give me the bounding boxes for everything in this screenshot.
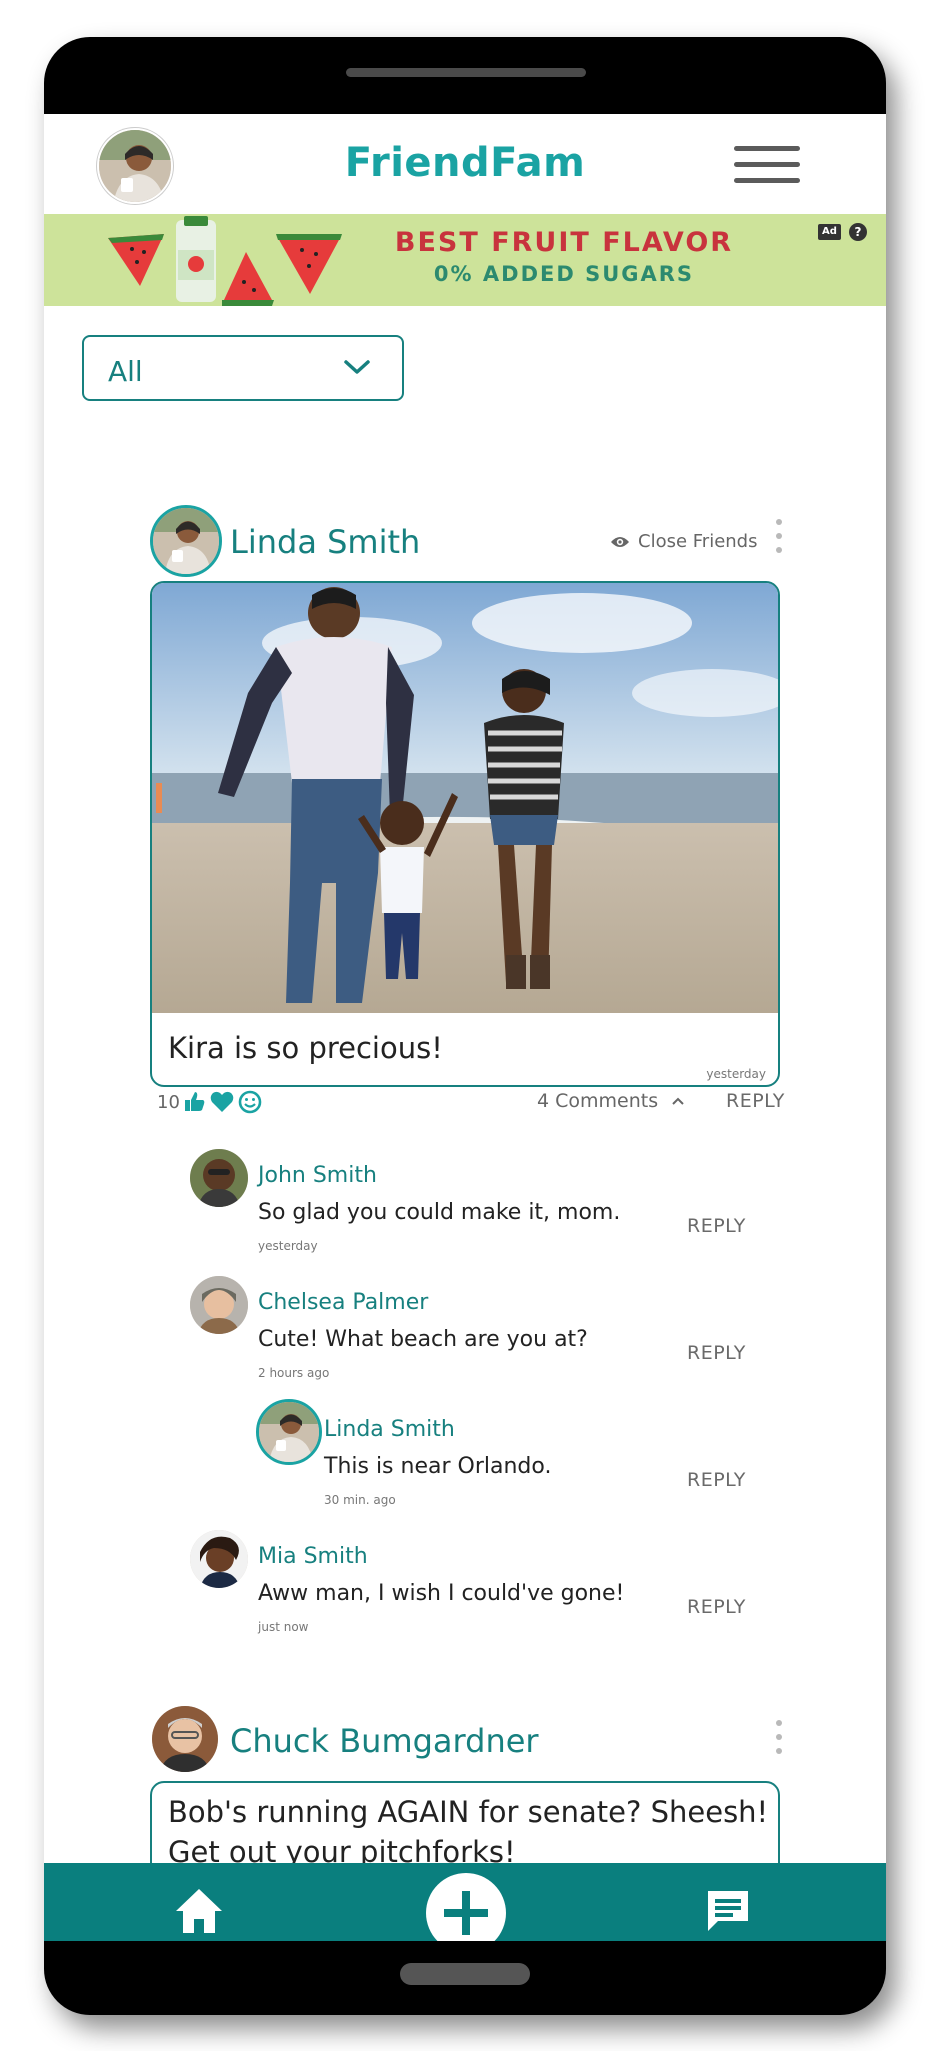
heart-icon (210, 1091, 234, 1112)
comment-reply-button[interactable]: REPLY (687, 1215, 746, 1237)
bottom-navigation (44, 1863, 886, 1941)
post-card: Kira is so precious! yesterday (150, 581, 780, 1087)
comment-text: Aww man, I wish I could've gone! (258, 1581, 625, 1606)
comment-item: Mia Smith Aww man, I wish I could've gon… (190, 1530, 790, 1640)
comment-author[interactable]: Chelsea Palmer (258, 1290, 428, 1315)
post-options-icon[interactable] (774, 519, 784, 561)
comment-avatar[interactable] (190, 1149, 248, 1207)
comment-author[interactable]: Linda Smith (324, 1417, 455, 1442)
chevron-down-icon (344, 360, 370, 374)
comment-avatar[interactable] (256, 1399, 322, 1465)
like-count: 10 (157, 1091, 180, 1113)
post-author-name[interactable]: Chuck Bumgardner (230, 1722, 539, 1760)
reaction-summary[interactable]: 10 (157, 1090, 262, 1114)
post-options-icon[interactable] (774, 1720, 784, 1762)
ad-help-icon[interactable]: ? (849, 223, 867, 241)
comment-reply-button[interactable]: REPLY (687, 1342, 746, 1364)
plus-icon (444, 1891, 488, 1935)
post-stats-row: 10 4 Comments REPLY (157, 1086, 787, 1116)
comments-toggle[interactable]: 4 Comments (537, 1090, 686, 1112)
comment-reply-item: Linda Smith This is near Orlando. 30 min… (256, 1399, 796, 1513)
comment-time: just now (258, 1620, 309, 1634)
chat-icon[interactable] (704, 1887, 752, 1939)
comment-text: So glad you could make it, mom. (258, 1200, 621, 1225)
comment-item: John Smith So glad you could make it, mo… (190, 1149, 790, 1259)
post-photo[interactable] (152, 583, 778, 1013)
post-caption: Kira is so precious! (168, 1031, 443, 1065)
post-author-avatar[interactable] (152, 1706, 218, 1772)
speaker-grill (346, 68, 586, 77)
post-header: Chuck Bumgardner (150, 1706, 790, 1780)
comment-time: 2 hours ago (258, 1366, 330, 1380)
comment-avatar[interactable] (190, 1276, 248, 1334)
comment-text: Cute! What beach are you at? (258, 1327, 588, 1352)
ad-product-image (108, 216, 342, 306)
comment-author[interactable]: Mia Smith (258, 1544, 368, 1569)
post-visibility: Close Friends (610, 531, 758, 552)
post-header: Linda Smith Close Friends (150, 505, 790, 579)
comment-time: yesterday (258, 1239, 318, 1253)
post-author-avatar[interactable] (150, 505, 222, 577)
filter-selected-value: All (108, 355, 143, 388)
feed-filter-dropdown[interactable]: All (82, 335, 404, 401)
app-screen: FriendFam BEST FRUIT FLAVOR 0% ADDED SUG… (44, 114, 886, 1941)
post-reply-button[interactable]: REPLY (726, 1090, 785, 1112)
comment-reply-button[interactable]: REPLY (687, 1596, 746, 1618)
comment-reply-button[interactable]: REPLY (687, 1469, 746, 1491)
comment-text: This is near Orlando. (324, 1454, 552, 1479)
app-header: FriendFam (44, 114, 886, 214)
thumbs-up-icon (184, 1092, 205, 1111)
post-text-line: Bob's running AGAIN for senate? Sheesh! (168, 1795, 769, 1829)
hamburger-menu-icon[interactable] (734, 144, 800, 188)
eye-icon (611, 536, 629, 547)
ad-badge: Ad (818, 224, 841, 240)
create-post-button[interactable] (426, 1873, 506, 1941)
comments-count: 4 Comments (537, 1090, 659, 1112)
ad-subline: 0% ADDED SUGARS (433, 262, 695, 286)
ad-headline: BEST FRUIT FLAVOR (394, 227, 734, 258)
comment-avatar[interactable] (190, 1530, 248, 1588)
phone-frame: FriendFam BEST FRUIT FLAVOR 0% ADDED SUG… (44, 37, 886, 2015)
smile-icon (238, 1090, 262, 1114)
comment-author[interactable]: John Smith (258, 1163, 377, 1188)
ad-banner[interactable]: BEST FRUIT FLAVOR 0% ADDED SUGARS Ad ? (44, 214, 886, 306)
home-icon[interactable] (174, 1887, 224, 1939)
comment-item: Chelsea Palmer Cute! What beach are you … (190, 1276, 790, 1386)
comment-time: 30 min. ago (324, 1493, 396, 1507)
visibility-label: Close Friends (638, 531, 758, 552)
post-author-name[interactable]: Linda Smith (230, 523, 420, 561)
home-indicator (400, 1963, 530, 1985)
post-timestamp: yesterday (706, 1067, 766, 1081)
chevron-up-icon (672, 1097, 684, 1105)
